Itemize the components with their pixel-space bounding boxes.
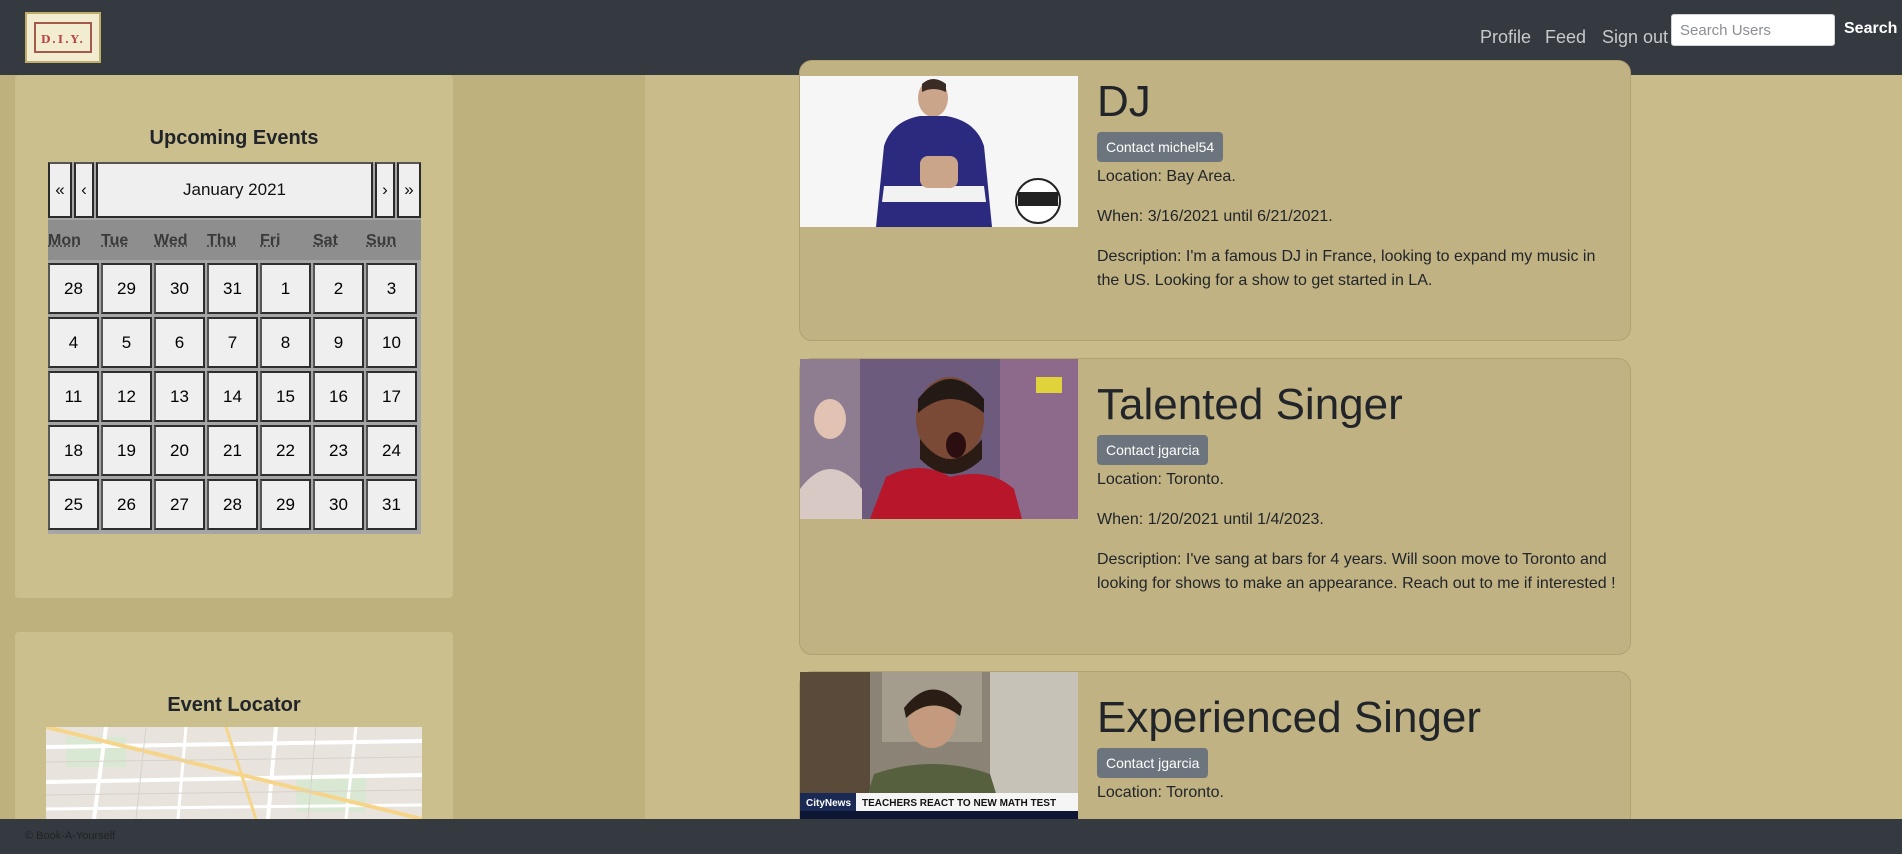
calendar-day[interactable]: 8 <box>260 317 311 368</box>
weekday-label: Tue <box>101 232 129 249</box>
post-image <box>800 359 1078 519</box>
calendar-day[interactable]: 5 <box>101 317 152 368</box>
search-users-input[interactable] <box>1671 14 1835 46</box>
calendar-day[interactable]: 20 <box>154 425 205 476</box>
footer: © Book-A-Yourself <box>0 819 1902 854</box>
post-location: Location: Toronto. <box>1097 471 1224 488</box>
calendar-day[interactable]: 3 <box>366 263 417 314</box>
post-title: Experienced Singer <box>1097 693 1482 742</box>
event-map[interactable] <box>46 727 422 819</box>
calendar-prev-month-button[interactable]: ‹ <box>74 162 94 218</box>
post-image <box>800 76 1078 227</box>
calendar-day[interactable]: 19 <box>101 425 152 476</box>
calendar-day[interactable]: 9 <box>313 317 364 368</box>
contact-button[interactable]: Contact jgarcia <box>1097 435 1209 465</box>
weekday-label: Sun <box>366 232 397 249</box>
calendar-next-month-button[interactable]: › <box>375 162 395 218</box>
calendar-weekday-row: Mon Tue Wed Thu Fri Sat Sun <box>48 220 421 260</box>
calendar-day[interactable]: 22 <box>260 425 311 476</box>
nav-feed-link[interactable]: Feed <box>1545 27 1586 48</box>
calendar-day[interactable]: 30 <box>154 263 205 314</box>
post-when: When: 3/16/2021 until 6/21/2021. <box>1097 208 1333 225</box>
post-location: Location: Toronto. <box>1097 784 1224 801</box>
calendar-day[interactable]: 12 <box>101 371 152 422</box>
calendar-day[interactable]: 16 <box>313 371 364 422</box>
calendar-day[interactable]: 31 <box>207 263 258 314</box>
calendar-day[interactable]: 11 <box>48 371 99 422</box>
calendar-day[interactable]: 23 <box>313 425 364 476</box>
calendar-day[interactable]: 30 <box>313 479 364 530</box>
calendar-month-label[interactable]: January 2021 <box>96 162 373 218</box>
calendar-day[interactable]: 29 <box>101 263 152 314</box>
calendar-day[interactable]: 1 <box>260 263 311 314</box>
calendar-day[interactable]: 13 <box>154 371 205 422</box>
calendar-day[interactable]: 28 <box>207 479 258 530</box>
post-location: Location: Bay Area. <box>1097 168 1236 185</box>
post-card: CityNews TEACHERS REACT TO NEW MATH TEST… <box>799 671 1631 831</box>
calendar-next-year-button[interactable]: » <box>397 162 421 218</box>
calendar-day[interactable]: 10 <box>366 317 417 368</box>
logo-text: D.I.Y. <box>40 33 86 46</box>
calendar-day[interactable]: 14 <box>207 371 258 422</box>
calendar-day[interactable]: 25 <box>48 479 99 530</box>
calendar-day[interactable]: 29 <box>260 479 311 530</box>
post-card: DJ Contact michel54 Location: Bay Area. … <box>799 60 1631 341</box>
calendar-day[interactable]: 18 <box>48 425 99 476</box>
calendar-day[interactable]: 6 <box>154 317 205 368</box>
calendar-day[interactable]: 17 <box>366 371 417 422</box>
logo-frame: D.I.Y. <box>34 22 92 53</box>
weekday-label: Wed <box>154 232 188 249</box>
search-button[interactable]: Search <box>1844 20 1897 38</box>
event-locator-title: Event Locator <box>167 694 301 716</box>
nav-profile-link[interactable]: Profile <box>1480 27 1531 48</box>
calendar-day[interactable]: 4 <box>48 317 99 368</box>
calendar-day[interactable]: 31 <box>366 479 417 530</box>
calendar-day[interactable]: 28 <box>48 263 99 314</box>
weekday-label: Sat <box>313 232 338 249</box>
news-brand-text: CityNews <box>806 798 851 809</box>
upcoming-events-title: Upcoming Events <box>149 127 319 149</box>
calendar-day[interactable]: 7 <box>207 317 258 368</box>
calendar-prev-year-button[interactable]: « <box>48 162 72 218</box>
contact-button[interactable]: Contact michel54 <box>1097 132 1224 162</box>
post-title: Talented Singer <box>1097 380 1403 429</box>
weekday-label: Mon <box>48 232 81 249</box>
post-description: Description: I've sang at bars for 4 yea… <box>1097 551 1616 592</box>
news-caption-text: TEACHERS REACT TO NEW MATH TEST <box>862 798 1056 809</box>
calendar-day[interactable]: 27 <box>154 479 205 530</box>
nav-signout-link[interactable]: Sign out <box>1602 27 1668 48</box>
post-title: DJ <box>1097 77 1151 126</box>
calendar-day[interactable]: 15 <box>260 371 311 422</box>
calendar: « ‹ January 2021 › » Mon Tue Wed Thu Fri… <box>48 162 421 534</box>
calendar-day[interactable]: 21 <box>207 425 258 476</box>
post-when: When: 1/20/2021 until 1/4/2023. <box>1097 511 1324 528</box>
calendar-day[interactable]: 26 <box>101 479 152 530</box>
post-image: CityNews TEACHERS REACT TO NEW MATH TEST <box>800 672 1078 819</box>
calendar-day[interactable]: 2 <box>313 263 364 314</box>
weekday-label: Thu <box>207 232 237 249</box>
weekday-label: Fri <box>260 232 281 249</box>
brand-logo[interactable]: D.I.Y. <box>25 12 101 63</box>
calendar-day[interactable]: 24 <box>366 425 417 476</box>
post-card: Talented Singer Contact jgarcia Location… <box>799 358 1631 655</box>
contact-button[interactable]: Contact jgarcia <box>1097 748 1209 778</box>
post-description: Description: I'm a famous DJ in France, … <box>1097 248 1596 289</box>
footer-copyright: © Book-A-Yourself <box>25 830 116 842</box>
